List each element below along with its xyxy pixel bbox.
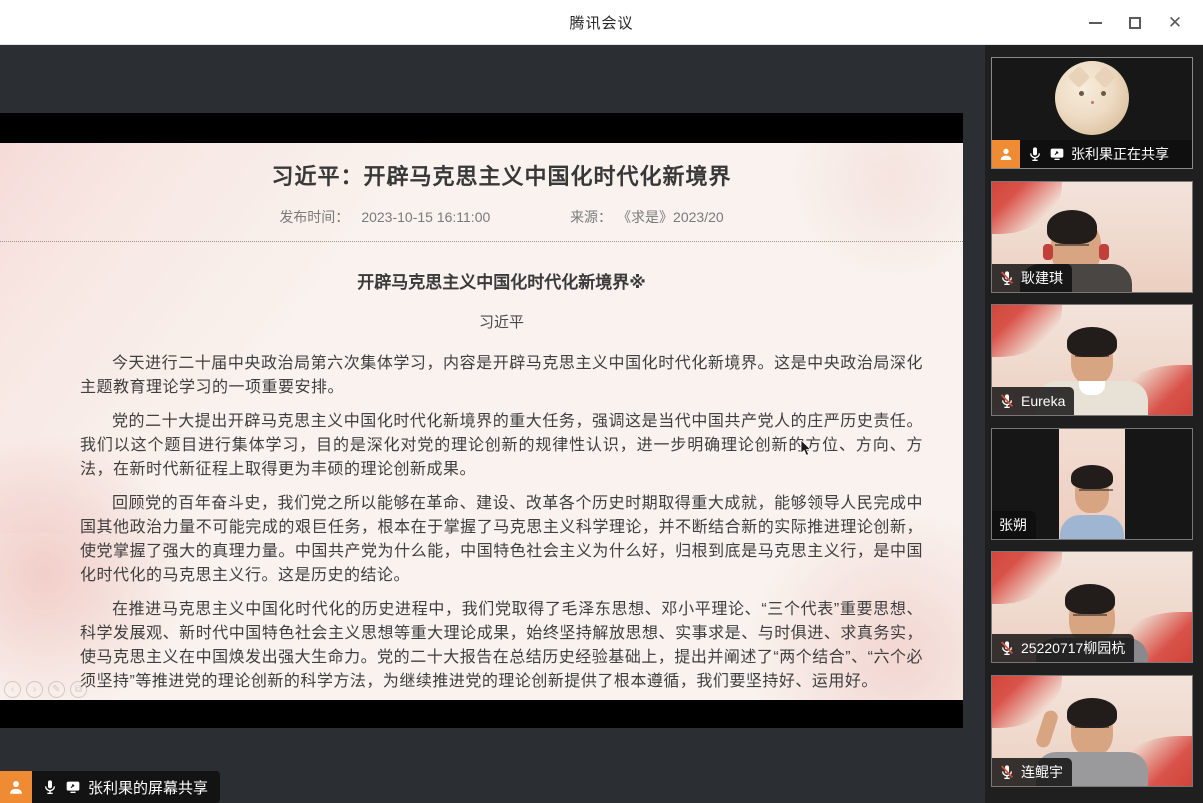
participant-label-body: Eureka [992,387,1074,415]
participants-sidebar: 张利果正在共享 [985,45,1203,803]
article-title: 习近平：开辟马克思主义中国化时代化新境界 [80,159,923,191]
video-feed [1059,429,1125,539]
participant-tile-gengjianqi[interactable]: 耿建琪 [991,181,1193,293]
article-meta: 发布时间： 2023-10-15 16:11:00 来源： 《求是》2023/20 [80,207,923,227]
app-title: 腾讯会议 [569,12,633,33]
screen-share-icon [65,779,81,795]
close-icon: ✕ [1168,14,1182,31]
paragraph: 回顾党的百年奋斗史，我们党之所以能够在革命、建设、改革各个历史时期取得重大成就，… [80,492,923,588]
source-label: 来源： [570,209,612,225]
participant-name: 连鲲宇 [1021,762,1063,782]
cat-face [1079,91,1084,96]
titlebar: 腾讯会议 ✕ [0,0,1203,45]
back-icon: ‹ [4,681,21,698]
cat-ear [1068,66,1091,89]
cat-ear [1094,66,1117,89]
forward-icon: › [26,681,43,698]
article-body: 今天进行二十届中央政治局第六次集体学习，内容是开辟马克思主义中国化时代化新境界。… [80,352,923,694]
participant-tile-liankunyu[interactable]: 连鲲宇 [991,675,1193,787]
article-subtitle: 开辟马克思主义中国化时代化新境界※ [80,268,923,293]
share-badge-body: 张利果的屏幕共享 [32,771,220,803]
microphone-muted-icon [999,270,1015,286]
avatar [1055,61,1129,135]
sharer-indicator [0,771,32,803]
letterbox-top [0,113,963,143]
source-value: 《求是》2023/20 [624,209,724,225]
letterbox-bottom [0,700,963,728]
remote-mouse-cursor [800,440,812,458]
minimize-icon [1089,22,1102,24]
participant-tile-zhangliguo[interactable]: 张利果正在共享 [991,57,1193,169]
microphone-muted-icon [999,640,1015,656]
paragraph: 党的二十大提出开辟马克思主义中国化时代化新境界的重大任务，强调这是当代中国共产党… [80,410,923,482]
shared-document: 习近平：开辟马克思主义中国化时代化新境界 发布时间： 2023-10-15 16:… [0,143,963,700]
participant-name: 25220717柳园杭 [1021,638,1125,658]
participant-label-body: 张利果正在共享 [1020,140,1192,168]
participant-label: 张利果正在共享 [992,140,1192,168]
shared-screen-area: 习近平：开辟马克思主义中国化时代化新境界 发布时间： 2023-10-15 16:… [0,45,985,803]
microphone-muted-icon [999,764,1015,780]
close-button[interactable]: ✕ [1155,0,1195,45]
maximize-button[interactable] [1115,0,1155,45]
participant-video-person [1059,469,1125,539]
participant-tile-zhangshuo[interactable]: 张朔 [991,428,1193,540]
person-icon [7,778,25,796]
microphone-muted-icon [999,393,1015,409]
participant-label-body: 25220717柳园杭 [992,634,1134,662]
doc-floating-toolbar: ‹ › ✎ ⧉ [4,681,87,698]
participant-name: Eureka [1021,393,1065,409]
window-controls: ✕ [1075,0,1195,45]
paragraph: 在推进马克思主义中国化时代化的历史进程中，我们党取得了毛泽东思想、邓小平理论、“… [80,598,923,694]
meeting-window: 腾讯会议 ✕ 习近平：开辟马克思主义中国化时代化新境界 发布时间： 2023-10… [0,0,1203,803]
microphone-icon [42,779,58,795]
article-author: 习近平 [80,311,923,332]
sharer-indicator [992,140,1020,168]
screen-share-badge: 张利果的屏幕共享 [0,771,220,803]
participant-tile-eureka[interactable]: Eureka [991,304,1193,416]
participant-label: 张朔 [992,511,1036,539]
participant-label-body: 耿建琪 [992,264,1072,292]
participant-name: 张朔 [999,515,1027,535]
participant-name: 耿建琪 [1021,268,1063,288]
maximize-icon [1129,17,1141,29]
paragraph: 今天进行二十届中央政治局第六次集体学习，内容是开辟马克思主义中国化时代化新境界。… [80,352,923,400]
doc-divider [0,241,963,242]
participant-name: 张利果正在共享 [1071,144,1169,164]
minimize-button[interactable] [1075,0,1115,45]
pages-icon: ⧉ [70,681,87,698]
share-badge-text: 张利果的屏幕共享 [88,777,208,798]
screen-share-icon [1049,146,1065,162]
participant-label-body: 张朔 [992,511,1036,539]
pen-icon: ✎ [48,681,65,698]
participant-label: 连鲲宇 [992,758,1072,786]
raised-hand [1034,709,1059,749]
participant-label-body: 连鲲宇 [992,758,1072,786]
participant-tile-liuyuanhang[interactable]: 25220717柳园杭 [991,551,1193,663]
participant-label: 耿建琪 [992,264,1072,292]
participant-label: 25220717柳园杭 [992,634,1134,662]
participant-label: Eureka [992,387,1074,415]
publish-time-value: 2023-10-15 16:11:00 [361,209,490,225]
person-icon [998,146,1014,162]
microphone-icon [1027,146,1043,162]
publish-time-label: 发布时间： [279,209,349,225]
